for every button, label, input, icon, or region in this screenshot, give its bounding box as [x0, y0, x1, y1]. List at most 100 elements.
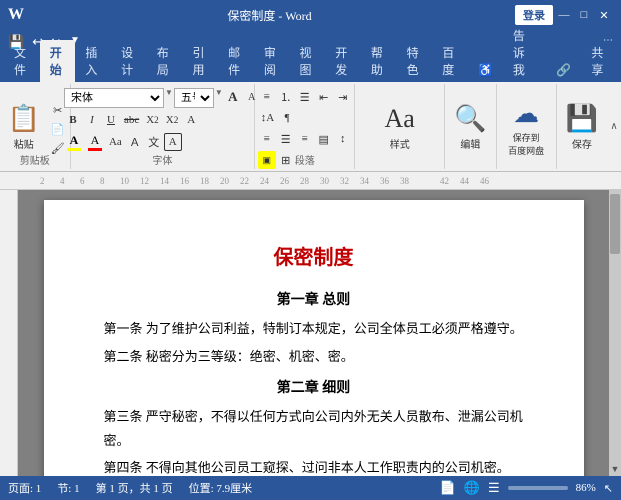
ruler-num: 6 — [80, 176, 85, 186]
document-wrapper: 保密制度 第一章 总则 第一条 为了维护公司利益，特制订本规定，公司全体员工必须… — [0, 190, 621, 476]
font-color-btn[interactable]: A — [64, 132, 84, 152]
ruler-num: 34 — [360, 176, 369, 186]
tab-design[interactable]: 设计 — [111, 40, 147, 82]
font-name-arrow[interactable]: ▼ — [165, 88, 173, 108]
tab-special[interactable]: 特色 — [397, 40, 433, 82]
align-center-btn[interactable]: ☰ — [277, 130, 295, 148]
tab-baidu[interactable]: 百度 — [432, 40, 468, 82]
aa-button[interactable]: Aa — [106, 133, 125, 151]
ribbon-group-save: 💾 保存 — [557, 84, 607, 169]
font-highlight-color — [67, 148, 81, 151]
tab-references[interactable]: 引用 — [182, 40, 218, 82]
tab-layout[interactable]: 布局 — [147, 40, 183, 82]
font-label: 字体 — [152, 152, 172, 167]
tab-share[interactable]: 共享 — [581, 40, 617, 82]
scrollbar-thumb[interactable] — [610, 194, 620, 254]
view-print-btn[interactable]: 📄 — [440, 480, 456, 496]
login-button[interactable]: 登录 — [515, 5, 553, 25]
position-status: 位置: 7.9厘米 — [189, 480, 253, 496]
subscript-button[interactable]: X2 — [143, 111, 162, 129]
multilevel-btn[interactable]: ☰ — [296, 88, 314, 106]
align-right-btn[interactable]: ≡ — [296, 130, 314, 148]
vertical-scrollbar[interactable]: ▼ — [609, 190, 621, 476]
save-cloud-btn[interactable]: ☁ 保存到 百度网盘 — [499, 97, 553, 159]
increase-indent-btn[interactable]: ⇥ — [334, 88, 352, 106]
ribbon-group-clipboard: 📋 粘贴 ✂ 📄 🖌 剪贴板 — [0, 84, 71, 169]
clear-format-button[interactable]: A — [182, 111, 200, 129]
editing-btn[interactable]: 🔍 编辑 — [448, 97, 492, 159]
tab-tell-me[interactable]: 告诉我 — [503, 23, 547, 82]
ruler-num: 20 — [220, 176, 229, 186]
numbering-btn[interactable]: ⒈ — [277, 88, 295, 106]
ribbon-content: 📋 粘贴 ✂ 📄 🖌 剪贴板 宋体 ▼ 五号 ▼ — [0, 82, 621, 172]
para3: 第三条 严守秘密，不得以任何方式向公司内外无关人员散布、泄漏公司机密。 — [104, 405, 524, 452]
ruler-num: 12 — [140, 176, 149, 186]
tab-help[interactable]: 帮助 — [361, 40, 397, 82]
ribbon-collapse-btn[interactable]: ∧ — [607, 84, 621, 169]
font-grow-btn[interactable]: A — [224, 88, 242, 106]
tab-review[interactable]: 审阅 — [254, 40, 290, 82]
view-outline-btn[interactable]: ☰ — [488, 480, 500, 496]
italic-button[interactable]: I — [83, 111, 101, 129]
ruler-track: 2 4 6 8 10 12 14 16 18 20 22 24 26 28 30… — [40, 172, 621, 189]
align-left-btn[interactable]: ≡ — [258, 130, 276, 148]
decrease-indent-btn[interactable]: ⇤ — [315, 88, 333, 106]
cursor-icon: ↖ — [604, 482, 613, 495]
tab-accessibility[interactable]: ♿ — [468, 59, 503, 82]
horizontal-ruler: 2 4 6 8 10 12 14 16 18 20 22 24 26 28 30… — [0, 172, 621, 190]
font-highlight-btn[interactable]: A — [85, 132, 105, 152]
styles-btn[interactable]: Aa 样式 — [370, 97, 430, 159]
close-button[interactable]: ✕ — [595, 6, 613, 24]
view-web-btn[interactable]: 🌐 — [464, 480, 480, 496]
tab-file[interactable]: 文件 — [4, 40, 40, 82]
para1: 第一条 为了维护公司利益，特制订本规定，公司全体员工必须严格遵守。 — [104, 317, 524, 340]
tab-view[interactable]: 视图 — [290, 40, 326, 82]
font-size-select[interactable]: 五号 — [174, 88, 214, 108]
save-btn[interactable]: 💾 保存 — [560, 97, 604, 159]
tab-dev[interactable]: 开发 — [325, 40, 361, 82]
zoom-slider[interactable] — [508, 486, 568, 490]
show-marks-btn[interactable]: ¶ — [278, 109, 296, 127]
paste-button[interactable]: 📋 粘贴 — [2, 97, 46, 159]
maximize-button[interactable]: □ — [575, 6, 593, 24]
shading-btn[interactable]: ▣ — [258, 151, 276, 169]
underline-button[interactable]: U — [102, 111, 120, 129]
chapter1-heading: 第一章 总则 — [104, 288, 524, 313]
document-area[interactable]: 保密制度 第一章 总则 第一条 为了维护公司利益，特制订本规定，公司全体员工必须… — [18, 190, 609, 476]
strikethrough-button[interactable]: abc — [121, 111, 142, 129]
superscript-button[interactable]: X2 — [163, 111, 182, 129]
tab-mailings[interactable]: 邮件 — [218, 40, 254, 82]
font-color-indicator — [88, 148, 102, 151]
bullets-btn[interactable]: ≡ — [258, 88, 276, 106]
document-page: 保密制度 第一章 总则 第一条 为了维护公司利益，特制订本规定，公司全体员工必须… — [44, 200, 584, 476]
scroll-arrow-down[interactable]: ▼ — [611, 464, 620, 474]
title-bar-right: 登录 — □ ✕ — [515, 5, 613, 25]
ruler-num: 26 — [280, 176, 289, 186]
ruler-num: 44 — [460, 176, 469, 186]
cloud-icon: ☁ — [513, 99, 539, 129]
justify-btn[interactable]: ▤ — [315, 130, 333, 148]
ruler-num: 36 — [380, 176, 389, 186]
tab-insert[interactable]: 插入 — [75, 40, 111, 82]
ruler-num: 16 — [180, 176, 189, 186]
font-name-select[interactable]: 宋体 — [64, 88, 164, 108]
editing-icon: 🔍 — [454, 104, 486, 134]
zoom-level[interactable]: 86% — [576, 482, 596, 494]
char-spacing-btn[interactable]: Ａ — [126, 133, 144, 151]
title-bar-left: W — [8, 6, 24, 24]
bold-button[interactable]: B — [64, 111, 82, 129]
sort-btn[interactable]: ↕A — [258, 109, 277, 127]
borders-btn[interactable]: ⊞ — [277, 151, 295, 169]
ribbon-group-paragraph: ≡ ⒈ ☰ ⇤ ⇥ ↕A ¶ ≡ ☰ ≡ ▤ ↕ ▣ ⊞ 段落 — [255, 84, 355, 169]
para2: 第二条 秘密分为三等级：绝密、机密、密。 — [104, 345, 524, 368]
chapter2-heading: 第二章 细则 — [104, 376, 524, 401]
phonetic-btn[interactable]: 文 — [145, 133, 163, 151]
tab-share-icon[interactable]: 🔗 — [546, 59, 581, 82]
ruler-num: 2 — [40, 176, 45, 186]
minimize-button[interactable]: — — [555, 6, 573, 24]
font-size-arrow[interactable]: ▼ — [215, 88, 223, 108]
border-char-btn[interactable]: A — [164, 133, 182, 151]
tab-home[interactable]: 开始 — [40, 40, 76, 82]
line-spacing-btn[interactable]: ↕ — [334, 130, 352, 148]
ruler-num: 22 — [240, 176, 249, 186]
